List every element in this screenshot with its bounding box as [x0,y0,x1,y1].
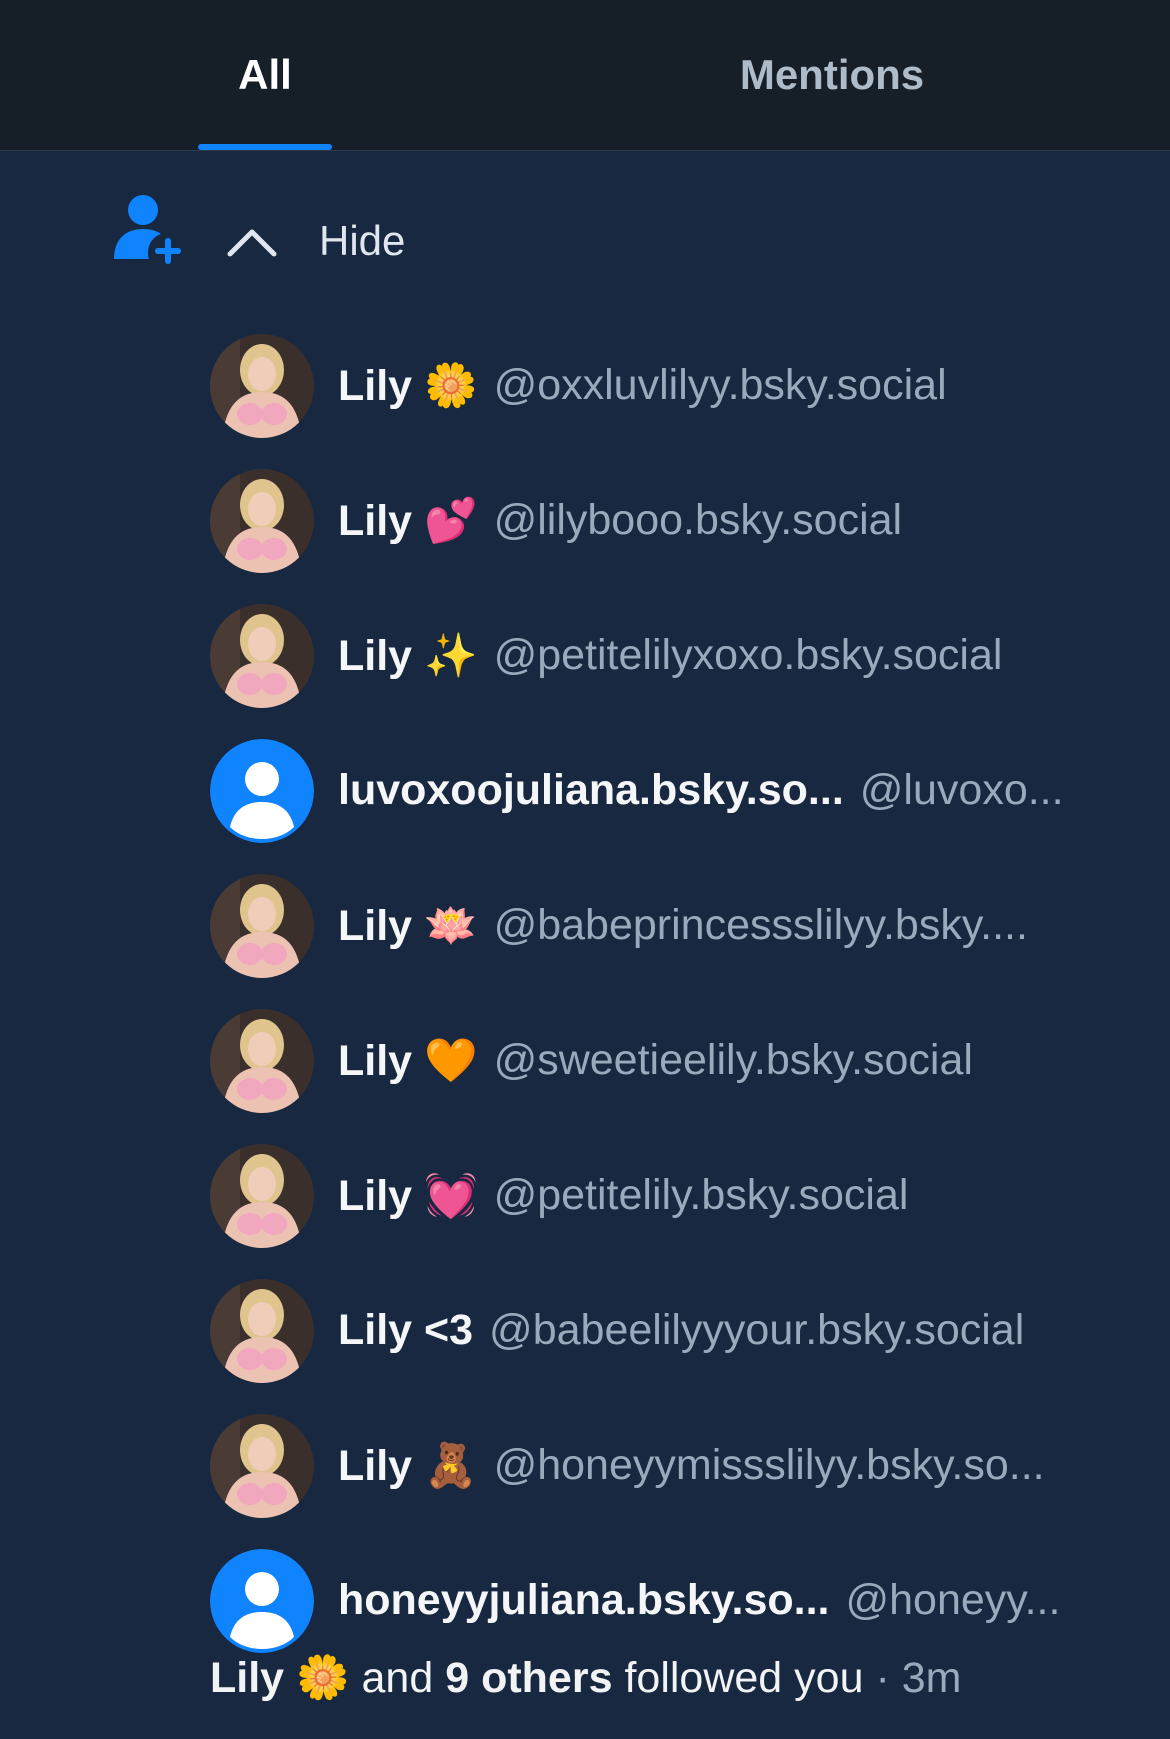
handle: @honeyymissslilyy.bsky.so... [493,1441,1045,1489]
handle: @sweetieelily.bsky.social [493,1036,973,1084]
chevron-up-icon [227,229,277,257]
handle: @lilybooo.bsky.social [493,496,903,544]
avatar[interactable] [210,1278,314,1383]
handle: @oxxluvlilyy.bsky.social [493,361,947,409]
display-name: Lily 🧸 [338,1441,478,1490]
action-text: followed you [624,1654,864,1702]
follower-row[interactable]: honeyyjuliana.bsky.so... @honeyy... [210,1533,1130,1668]
tab-all[interactable]: All [198,0,332,150]
display-name: Lily 🪷 [338,901,478,950]
follower-row[interactable]: Lily <3 @babeelilyyyour.bsky.social [210,1263,1130,1398]
display-name: Lily 💕 [338,496,478,545]
default-avatar-icon[interactable] [210,1548,314,1653]
handle: @luvoxo... [859,766,1064,814]
handle: @petitelilyxoxo.bsky.social [493,631,1003,679]
follower-row[interactable]: Lily 🧡 @sweetieelily.bsky.social [210,993,1130,1128]
notifications-tab-bar: All Mentions [0,0,1170,151]
display-name: Lily <3 [338,1306,474,1354]
person-plus-icon [112,193,182,265]
follower-row[interactable]: Lily 💓 @petitelily.bsky.social [210,1128,1130,1263]
and-text: and [361,1654,434,1702]
follower-row[interactable]: Lily 🌼 @oxxluvlilyy.bsky.social [210,318,1130,453]
display-name: Lily 🧡 [338,1036,478,1085]
display-name: Lily 💓 [338,1171,478,1220]
follower-list: Lily 🌼 @oxxluvlilyy.bsky.social Lily 💕 @… [210,318,1130,1668]
display-name: luvoxoojuliana.bsky.so... [338,766,844,814]
handle: @petitelily.bsky.social [493,1171,909,1219]
display-name: Lily ✨ [338,631,478,680]
avatar[interactable] [210,1008,314,1113]
selected-tab-indicator [198,144,332,150]
default-avatar-icon[interactable] [210,738,314,843]
follower-row[interactable]: Lily 🧸 @honeyymissslilyy.bsky.so... [210,1398,1130,1533]
avatar[interactable] [210,603,314,708]
timestamp: 3m [901,1654,962,1702]
handle: @babeprincessslilyy.bsky.... [493,901,1028,949]
hide-label: Hide [319,217,406,264]
avatar[interactable] [210,333,314,438]
hide-followers-toggle[interactable]: Hide [225,206,405,276]
avatar[interactable] [210,1413,314,1518]
avatar[interactable] [210,873,314,978]
display-name: honeyyjuliana.bsky.so... [338,1576,830,1624]
follower-row[interactable]: Lily 💕 @lilybooo.bsky.social [210,453,1130,588]
display-name: Lily 🌼 [338,361,478,410]
follower-row[interactable]: luvoxoojuliana.bsky.so... @luvoxo... [210,723,1130,858]
handle: @honeyy... [845,1576,1061,1624]
others-count[interactable]: 9 others [445,1654,612,1702]
first-follower-name[interactable]: Lily 🌼 [210,1654,350,1702]
handle: @babeelilyyyour.bsky.social [489,1306,1025,1354]
avatar[interactable] [210,468,314,573]
separator: · [875,1654,890,1702]
avatar[interactable] [210,1143,314,1248]
tab-mentions[interactable]: Mentions [700,0,964,150]
follow-notification-summary[interactable]: Lily 🌼 and 9 others followed you · 3m [210,1653,961,1703]
follower-row[interactable]: Lily ✨ @petitelilyxoxo.bsky.social [210,588,1130,723]
follower-row[interactable]: Lily 🪷 @babeprincessslilyy.bsky.... [210,858,1130,993]
